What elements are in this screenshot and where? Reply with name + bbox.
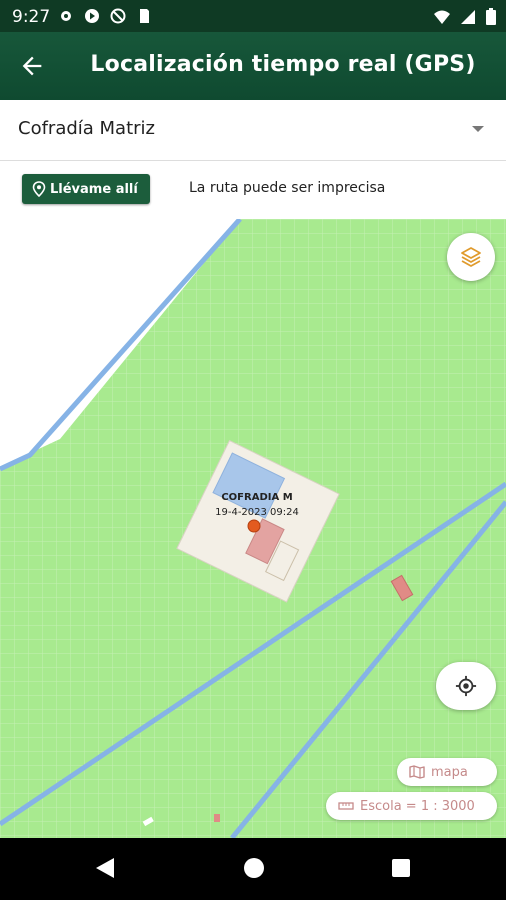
route-bar: Llévame allí La ruta puede ser imprecisa bbox=[0, 161, 506, 220]
gear-icon bbox=[61, 11, 71, 21]
page-title: Localización tiempo real (GPS) bbox=[90, 52, 476, 77]
nav-recents-icon[interactable] bbox=[390, 856, 412, 880]
gps-marker-dot[interactable] bbox=[247, 519, 261, 533]
layers-button[interactable] bbox=[447, 233, 495, 281]
crosshair-icon bbox=[455, 675, 477, 697]
wifi-icon bbox=[434, 10, 450, 24]
scale-label: Escola = 1 : 3000 bbox=[360, 798, 475, 814]
take-me-there-button[interactable]: Llévame allí bbox=[22, 174, 150, 204]
status-bar: 9:27 bbox=[0, 0, 506, 32]
chevron-down-icon bbox=[472, 126, 484, 132]
map-canvas bbox=[0, 219, 506, 838]
layers-icon bbox=[461, 247, 481, 267]
map-view[interactable]: COFRADIA M 19-4-2023 09:24 mapa Escola =… bbox=[0, 219, 506, 838]
marker-name-label: COFRADIA M bbox=[221, 492, 293, 503]
play-store-icon bbox=[85, 9, 99, 23]
small-parcel bbox=[214, 814, 220, 822]
scale-chip: Escola = 1 : 3000 bbox=[326, 792, 497, 820]
sd-card-icon bbox=[140, 9, 149, 23]
route-warning: La ruta puede ser imprecisa bbox=[189, 180, 386, 196]
location-dropdown[interactable]: Cofradía Matriz bbox=[0, 100, 506, 161]
signal-icon bbox=[461, 9, 475, 24]
ruler-icon bbox=[338, 802, 354, 810]
nav-back-icon[interactable] bbox=[94, 856, 116, 880]
map-type-label: mapa bbox=[431, 764, 468, 780]
battery-icon bbox=[486, 8, 496, 25]
marker-datetime-label: 19-4-2023 09:24 bbox=[215, 507, 299, 518]
system-nav-bar bbox=[0, 838, 506, 900]
take-me-there-label: Llévame allí bbox=[50, 181, 138, 197]
status-time: 9:27 bbox=[12, 7, 51, 27]
app-bar: Localización tiempo real (GPS) bbox=[0, 32, 506, 100]
location-pin-icon bbox=[32, 181, 46, 197]
selected-location: Cofradía Matriz bbox=[18, 118, 155, 139]
map-type-chip[interactable]: mapa bbox=[397, 758, 497, 786]
do-not-disturb-icon bbox=[110, 8, 126, 24]
map-icon bbox=[409, 765, 425, 779]
nav-home-icon[interactable] bbox=[243, 856, 265, 880]
my-location-button[interactable] bbox=[436, 662, 496, 710]
